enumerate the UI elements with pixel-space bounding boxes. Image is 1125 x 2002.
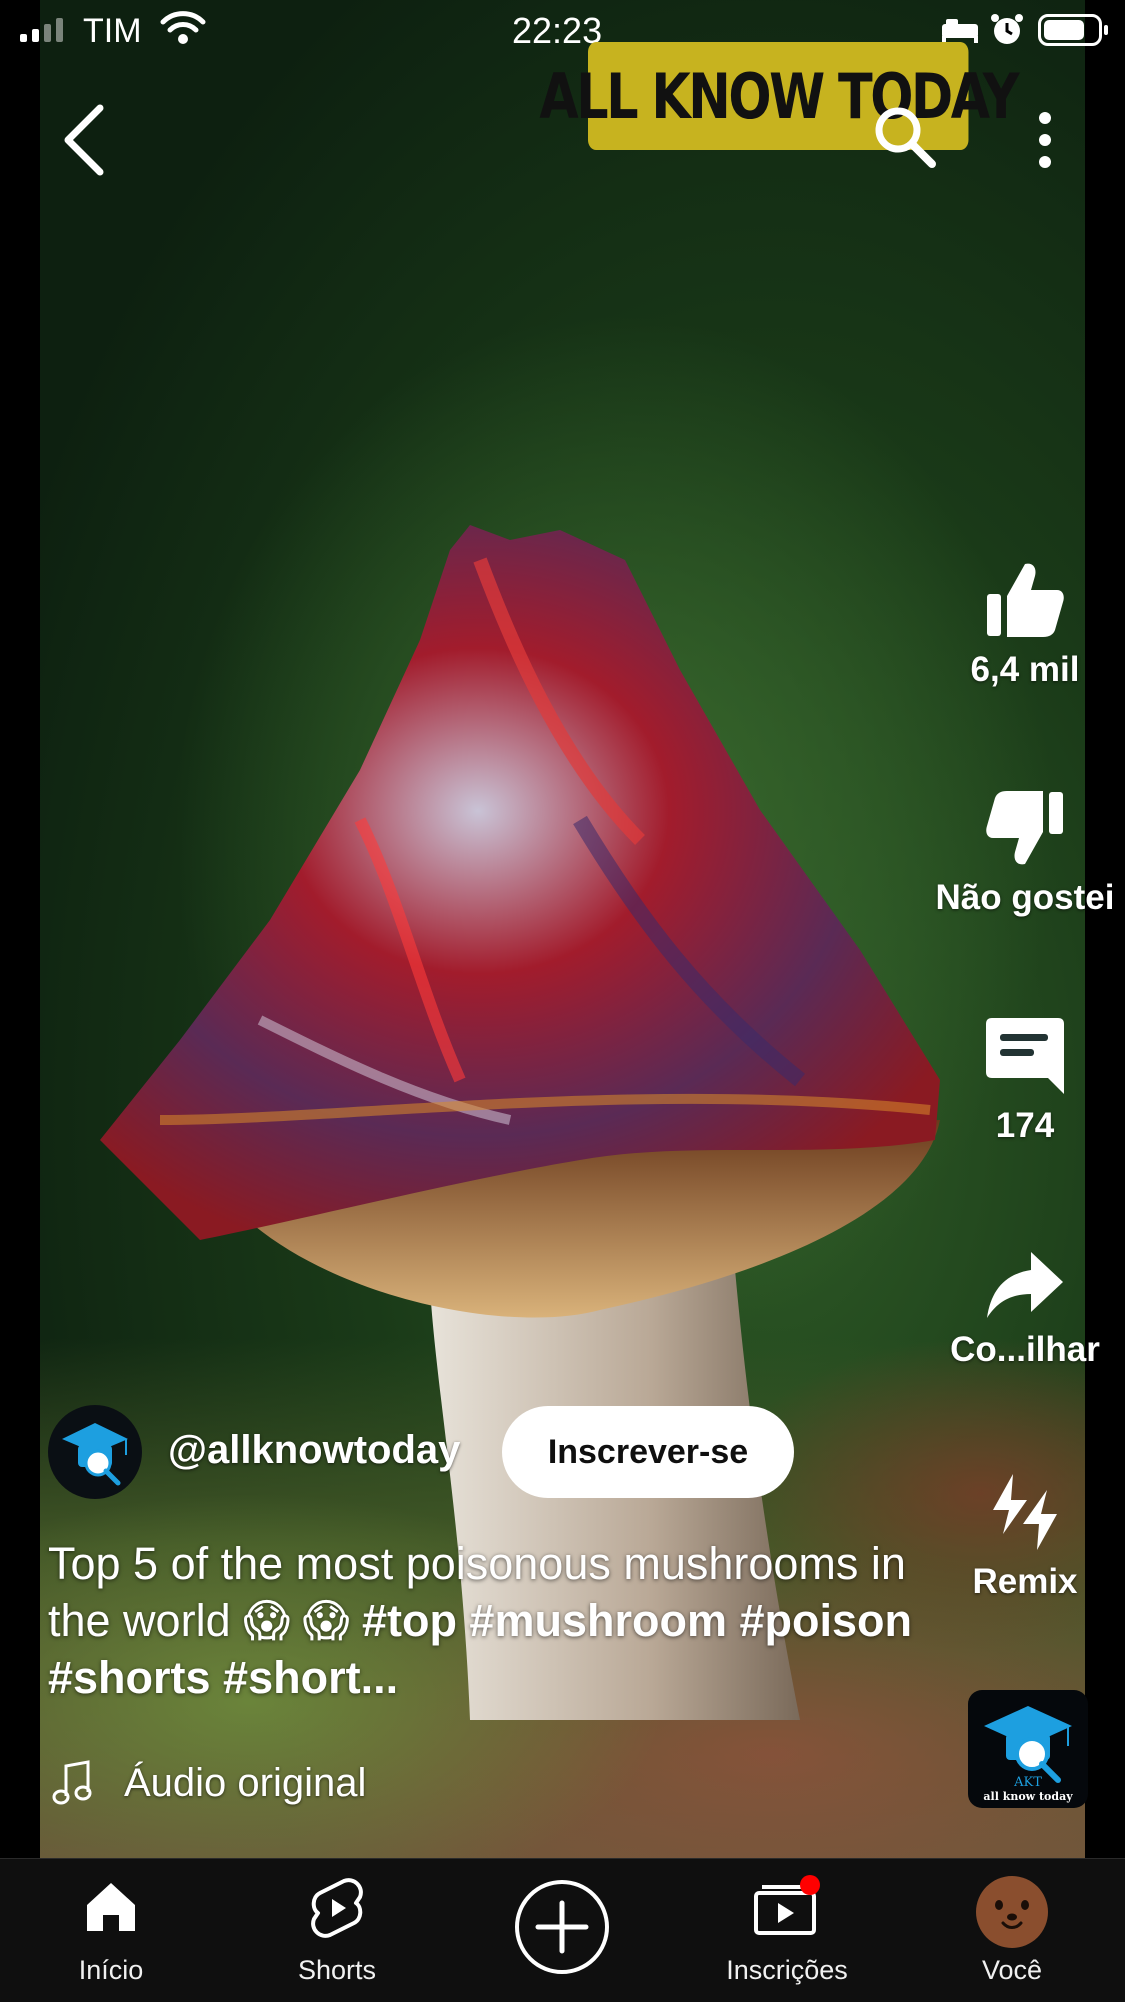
wifi-icon [160,11,206,44]
nav-shorts[interactable]: Shorts [247,1859,427,2002]
video-title[interactable]: Top 5 of the most poisonous mushrooms in… [48,1535,948,1706]
dislike-button[interactable]: Não gostei [920,788,1125,918]
nav-you-label: Você [981,1955,1043,1985]
shorts-icon [311,1878,363,1938]
dislike-label: Não gostei [935,878,1115,917]
signal-icon [20,18,63,42]
share-label: Co...ilhar [950,1330,1100,1369]
comments-button[interactable]: 174 [920,1016,1125,1146]
logo-subtext: all know today [983,1790,1073,1803]
thumb-up-icon [987,563,1064,637]
nav-shorts-label: Shorts [297,1955,377,1985]
nav-you[interactable]: Você [922,1859,1102,2002]
profile-avatar [976,1876,1048,1948]
akt-logo [62,1423,128,1486]
create-plus-icon [515,1880,609,1974]
logo-text: AKT [1013,1775,1042,1790]
banner-text: ALL KNOW TODAY [539,59,1019,133]
nav-home-label: Início [78,1955,144,1985]
sound-thumbnail[interactable]: AKT all know today [968,1690,1088,1808]
carrier-name: TIM [83,12,142,50]
nav-subscriptions-label: Inscrições [726,1955,848,1985]
more-options-button[interactable] [1030,110,1060,170]
like-count: 6,4 mil [970,650,1080,689]
comment-count: 174 [995,1106,1055,1145]
more-vert-icon [1039,112,1051,168]
share-icon [987,1252,1063,1318]
subscribe-button[interactable]: Inscrever-se [502,1406,794,1498]
alarm-icon [991,14,1023,44]
nav-home[interactable]: Início [21,1859,201,2002]
search-icon [875,107,936,168]
audio-label: Áudio original [124,1760,367,1805]
channel-avatar[interactable] [48,1405,142,1499]
like-button[interactable]: 6,4 mil [920,560,1125,690]
nav-create[interactable] [472,1859,652,2002]
audio-link[interactable]: Áudio original [52,1758,366,1808]
music-note-icon [52,1760,92,1805]
remix-button[interactable]: Remix [920,1472,1125,1602]
remix-icon [993,1474,1057,1550]
akt-logo: AKT all know today [983,1706,1073,1803]
thumb-down-icon [986,791,1063,865]
back-button[interactable] [52,100,122,180]
nav-subscriptions[interactable]: Inscrições [697,1859,877,2002]
channel-handle[interactable]: @allknowtoday [168,1428,460,1473]
share-button[interactable]: Co...ilhar [920,1250,1125,1370]
back-arrow-icon [64,104,104,176]
bed-icon [942,19,978,43]
notification-dot [800,1875,820,1895]
bottom-nav: Início Shorts Inscrições Você [0,1858,1125,2002]
home-icon [87,1883,135,1931]
battery-icon [1038,14,1108,46]
search-button[interactable] [870,102,940,172]
subscriptions-icon [754,1875,820,1935]
comment-icon [986,1018,1064,1094]
remix-label: Remix [972,1562,1078,1601]
